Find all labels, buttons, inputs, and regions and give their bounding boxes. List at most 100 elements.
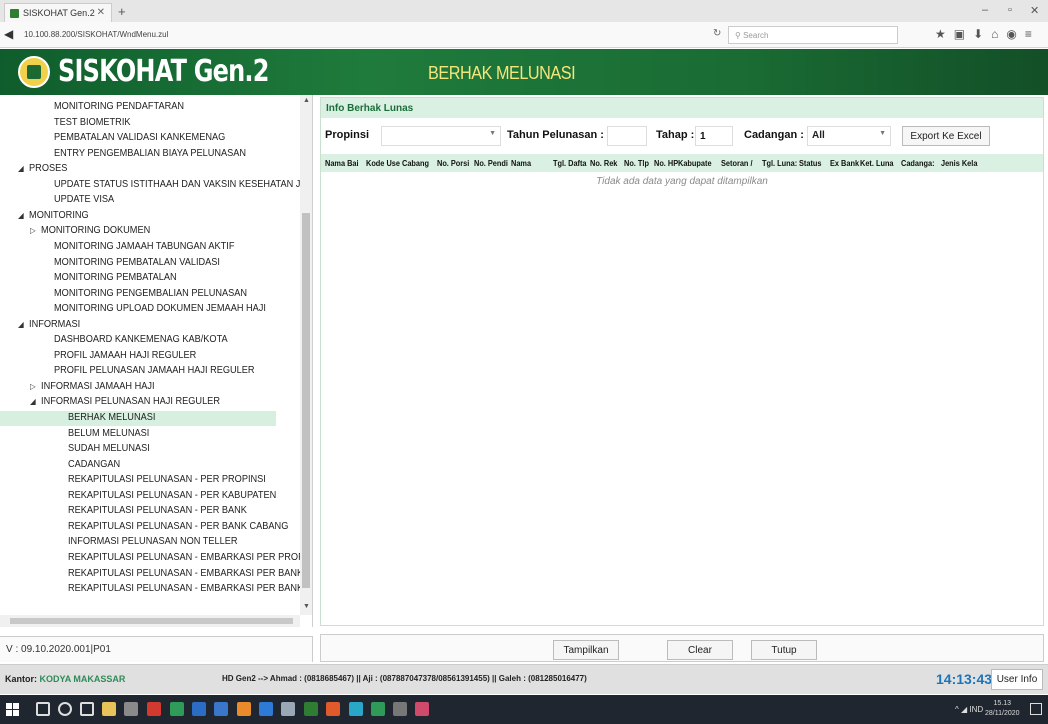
maximize-icon[interactable]: ▫ [1008,4,1012,16]
column-header[interactable]: No. Porsi [437,159,469,168]
sidebar-item[interactable]: SUDAH MELUNASI [68,443,150,458]
sidebar-scroll-thumb[interactable] [302,213,310,588]
app-icon[interactable] [281,702,295,716]
app-icon[interactable] [192,702,206,716]
sidebar-item[interactable]: MONITORING PENDAFTARAN [54,101,184,116]
sidebar-item[interactable]: MONITORING JAMAAH TABUNGAN AKTIF [54,241,234,256]
scroll-down-icon[interactable]: ▼ [303,603,310,610]
search-icon[interactable] [36,702,50,716]
browser-toolbar-icons[interactable]: ★▣⬇⌂◉≡ [935,27,1040,41]
app-icon[interactable] [326,702,340,716]
sidebar-item[interactable]: ◢ MONITORING [18,210,89,225]
column-header[interactable]: Status [799,159,821,168]
tahun-input[interactable] [607,126,647,146]
sidebar-item[interactable]: CADANGAN [68,459,120,474]
windows-start-icon[interactable] [6,703,19,716]
column-header[interactable]: Kabupate [678,159,712,168]
sidebar-item[interactable]: ▷ INFORMASI JAMAAH HAJI [30,381,155,396]
sidebar-item[interactable]: ◢ INFORMASI [18,319,80,334]
column-header[interactable]: No. Rek [590,159,617,168]
minimize-icon[interactable]: – [982,4,988,16]
window-close-icon[interactable]: ✕ [1030,4,1039,17]
column-header[interactable]: Ex Bank [830,159,859,168]
expanded-arrow-icon[interactable]: ◢ [18,320,29,329]
sidebar-item[interactable]: ◢ INFORMASI PELUNASAN HAJI REGULER [30,396,220,411]
column-header[interactable]: No. HP [654,159,678,168]
sidebar-item[interactable]: REKAPITULASI PELUNASAN - PER PROPINSI [68,474,266,489]
sidebar-item[interactable]: MONITORING PEMBATALAN [54,272,177,287]
clear-button[interactable]: Clear [667,640,733,660]
column-header[interactable]: Nama [511,159,531,168]
word-icon[interactable] [170,702,184,716]
new-tab-icon[interactable]: + [118,4,126,19]
sidebar-item[interactable]: REKAPITULASI PELUNASAN - PER BANK [68,505,247,520]
firefox-icon[interactable] [237,702,251,716]
app-icon[interactable] [304,702,318,716]
app-icon[interactable] [415,702,429,716]
sidebar-item[interactable]: MONITORING PEMBATALAN VALIDASI [54,257,220,272]
notification-icon[interactable] [1030,703,1042,715]
sidebar-item[interactable]: REKAPITULASI PELUNASAN - EMBARKASI PER B… [68,568,303,583]
column-header[interactable]: Tgl. Dafta [553,159,587,168]
sidebar-item[interactable]: INFORMASI PELUNASAN NON TELLER [68,536,238,551]
sidebar-item[interactable]: REKAPITULASI PELUNASAN - PER KABUPATEN [68,490,276,505]
app-icon[interactable] [349,702,363,716]
column-header[interactable]: No. Pendi [474,159,508,168]
column-header[interactable]: Kode Use [366,159,400,168]
collapsed-arrow-icon[interactable]: ▷ [30,382,41,391]
sidebar-item[interactable]: MONITORING PENGEMBALIAN PELUNASAN [54,288,247,303]
reload-icon[interactable]: ↻ [713,28,721,39]
tutup-button[interactable]: Tutup [751,640,817,660]
sidebar-item[interactable]: ENTRY PENGEMBALIAN BIAYA PELUNASAN [54,148,246,163]
tampilkan-button[interactable]: Tampilkan [553,640,619,660]
sidebar-item[interactable]: TEST BIOMETRIK [54,117,131,132]
sidebar-item[interactable]: UPDATE VISA [54,194,114,209]
scroll-up-icon[interactable]: ▲ [303,97,310,104]
tray-icons[interactable]: ^ ◢ IND [955,705,983,714]
expanded-arrow-icon[interactable]: ◢ [30,397,41,406]
browser-search-input[interactable]: ⚲ Search [728,26,898,44]
acrobat-icon[interactable] [124,702,138,716]
collapsed-arrow-icon[interactable]: ▷ [30,226,41,235]
sidebar-item[interactable]: BERHAK MELUNASI [68,412,155,427]
cadangan-select[interactable]: All ▼ [807,126,891,146]
hscroll-thumb[interactable] [10,618,293,624]
sidebar-item[interactable]: PROFIL PELUNASAN JAMAAH HAJI REGULER [54,365,255,380]
propinsi-select[interactable]: ▼ [381,126,501,146]
column-header[interactable]: Cabang [402,159,429,168]
column-header[interactable]: Jenis Kela [941,159,977,168]
task-view-icon[interactable] [58,702,72,716]
store-icon[interactable] [102,702,116,716]
back-arrow-icon[interactable]: ◀ [4,27,13,41]
file-explorer-icon[interactable] [80,702,94,716]
sidebar-item[interactable]: ◢ PROSES [18,163,67,178]
sidebar-hscrollbar[interactable] [0,615,300,627]
app-icon[interactable] [393,702,407,716]
expanded-arrow-icon[interactable]: ◢ [18,211,29,220]
column-header[interactable]: Tgl. Luna: [762,159,797,168]
sidebar-item[interactable]: REKAPITULASI PELUNASAN - PER BANK CABANG [68,521,288,536]
sidebar-item[interactable]: DASHBOARD KANKEMENAG KAB/KOTA [54,334,228,349]
export-excel-button[interactable]: Export Ke Excel [902,126,990,146]
sidebar-item[interactable]: PROFIL JAMAAH HAJI REGULER [54,350,196,365]
close-tab-icon[interactable]: ✕ [97,7,105,18]
sidebar-item[interactable]: ▷ MONITORING DOKUMEN [30,225,150,240]
column-header[interactable]: Ket. Luna [860,159,894,168]
sidebar-item[interactable]: UPDATE STATUS ISTITHAAH DAN VAKSIN KESEH… [54,179,300,194]
app-icon[interactable] [214,702,228,716]
sidebar-item[interactable]: REKAPITULASI PELUNASAN - EMBARKASI PER B… [68,583,303,598]
excel-icon[interactable] [147,702,161,716]
browser-tab[interactable]: SISKOHAT Gen.2 ✕ [4,3,112,22]
app-icon[interactable] [259,702,273,716]
sidebar-item[interactable]: REKAPITULASI PELUNASAN - EMBARKASI PER P… [68,552,307,567]
app-icon[interactable] [371,702,385,716]
address-bar[interactable]: 10.100.88.200/SISKOHAT/WndMenu.zul [20,26,710,44]
column-header[interactable]: Setoran / [721,159,752,168]
column-header[interactable]: Cadanga: [901,159,935,168]
tahap-input[interactable]: 1 [695,126,733,146]
sidebar-item[interactable]: MONITORING UPLOAD DOKUMEN JEMAAH HAJI [54,303,266,318]
sidebar-item[interactable]: BELUM MELUNASI [68,428,149,443]
user-info-button[interactable]: User Info [991,669,1043,690]
sidebar-item[interactable]: PEMBATALAN VALIDASI KANKEMENAG [54,132,225,147]
expanded-arrow-icon[interactable]: ◢ [18,164,29,173]
